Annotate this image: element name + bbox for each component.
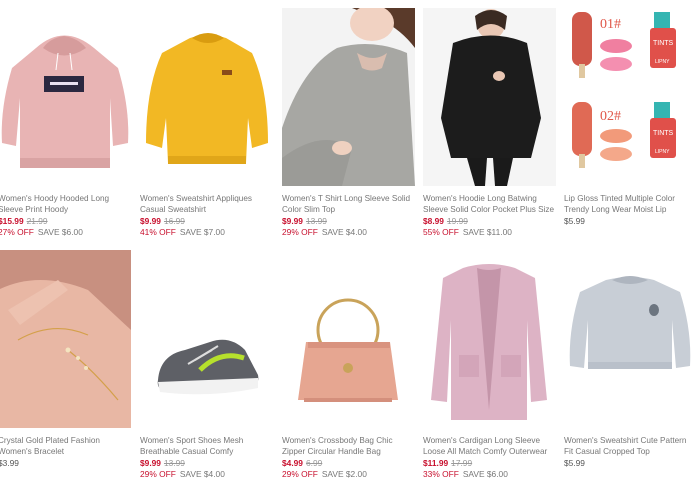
- black-hoodie-model-icon: [423, 8, 556, 186]
- product-title[interactable]: Women's Hoody Hooded Long Sleeve Print H…: [0, 193, 131, 215]
- discount-percent: 27% OFF: [0, 227, 34, 237]
- original-price: 6.99: [305, 458, 323, 468]
- lip-gloss-icon: 01# TINTS LIPNY 02# TINTS LIPNY: [564, 8, 697, 186]
- product-image[interactable]: [0, 250, 131, 428]
- svg-text:02#: 02#: [600, 109, 621, 124]
- product-price: $9.99: [282, 216, 303, 226]
- product-price: $11.99: [423, 458, 449, 468]
- product-price: $9.99: [140, 458, 161, 468]
- product-card[interactable]: Women's Hoodie Long Batwing Sleeve Solid…: [423, 8, 556, 238]
- product-image[interactable]: [0, 8, 131, 186]
- product-price: $5.99: [564, 216, 585, 226]
- product-title[interactable]: Women's Sweatshirt Cute Pattern Fit Casu…: [564, 435, 697, 457]
- save-amount: SAVE $6.00: [37, 227, 83, 237]
- svg-text:LIPNY: LIPNY: [655, 59, 670, 65]
- product-price: $4.99: [282, 458, 303, 468]
- save-amount: SAVE $7.00: [179, 227, 225, 237]
- save-amount: SAVE $6.00: [462, 469, 508, 479]
- product-image[interactable]: [282, 8, 415, 186]
- svg-text:LIPNY: LIPNY: [655, 149, 670, 155]
- save-amount: SAVE $11.00: [462, 227, 512, 237]
- svg-text:TINTS: TINTS: [653, 40, 674, 47]
- discount-percent: 29% OFF: [140, 469, 176, 479]
- product-price: $5.99: [564, 458, 585, 468]
- product-title[interactable]: Women's Crossbody Bag Chic Zipper Circul…: [282, 435, 415, 457]
- product-title[interactable]: Women's Hoodie Long Batwing Sleeve Solid…: [423, 193, 556, 215]
- original-price: 16.99: [163, 216, 185, 226]
- product-title[interactable]: Women's Sweatshirt Appliques Casual Swea…: [140, 193, 273, 215]
- pink-hoodie-icon: [1, 35, 129, 168]
- grey-cropped-sweatshirt-icon: [569, 276, 691, 369]
- product-card[interactable]: Women's Sport Shoes Mesh Breathable Casu…: [140, 250, 273, 480]
- discount-percent: 33% OFF: [423, 469, 459, 479]
- product-image[interactable]: [564, 250, 697, 428]
- hand-bracelet-icon: [0, 250, 131, 428]
- product-image[interactable]: [140, 8, 273, 186]
- product-card[interactable]: 01# TINTS LIPNY 02# TINTS LIPNY Lip Glos…: [564, 8, 697, 227]
- product-card[interactable]: Women's T Shirt Long Sleeve Solid Color …: [282, 8, 415, 238]
- grey-shirt-model-icon: [282, 8, 415, 186]
- original-price: 21.99: [26, 216, 48, 226]
- product-image[interactable]: [423, 8, 556, 186]
- svg-text:01#: 01#: [600, 17, 621, 32]
- discount-percent: 29% OFF: [282, 469, 318, 479]
- product-price: $3.99: [0, 458, 19, 468]
- discount-percent: 29% OFF: [282, 227, 318, 237]
- save-amount: SAVE $4.00: [179, 469, 225, 479]
- discount-percent: 41% OFF: [140, 227, 176, 237]
- product-card[interactable]: Women's Sweatshirt Appliques Casual Swea…: [140, 8, 273, 238]
- product-title[interactable]: Women's T Shirt Long Sleeve Solid Color …: [282, 193, 415, 215]
- product-card[interactable]: Women's Hoody Hooded Long Sleeve Print H…: [0, 8, 131, 238]
- save-amount: SAVE $2.00: [321, 469, 367, 479]
- product-title[interactable]: Lip Gloss Tinted Multiple Color Trendy L…: [564, 193, 697, 215]
- product-title[interactable]: Crystal Gold Plated Fashion Women's Brac…: [0, 435, 131, 457]
- original-price: 19.99: [446, 216, 468, 226]
- original-price: 13.99: [305, 216, 327, 226]
- product-image[interactable]: [423, 250, 556, 428]
- product-card[interactable]: Women's Cardigan Long Sleeve Loose All M…: [423, 250, 556, 480]
- product-card[interactable]: Women's Crossbody Bag Chic Zipper Circul…: [282, 250, 415, 480]
- product-title[interactable]: Women's Cardigan Long Sleeve Loose All M…: [423, 435, 556, 457]
- product-image[interactable]: [282, 250, 415, 428]
- product-card[interactable]: Women's Sweatshirt Cute Pattern Fit Casu…: [564, 250, 697, 469]
- pink-cardigan-icon: [431, 264, 547, 420]
- product-card[interactable]: Crystal Gold Plated Fashion Women's Brac…: [0, 250, 131, 469]
- product-price: $15.99: [0, 216, 24, 226]
- original-price: 13.99: [163, 458, 185, 468]
- save-amount: SAVE $4.00: [321, 227, 367, 237]
- product-image[interactable]: [140, 250, 273, 428]
- product-image[interactable]: 01# TINTS LIPNY 02# TINTS LIPNY: [564, 8, 697, 186]
- product-title[interactable]: Women's Sport Shoes Mesh Breathable Casu…: [140, 435, 273, 457]
- discount-percent: 55% OFF: [423, 227, 459, 237]
- original-price: 17.99: [451, 458, 473, 468]
- svg-text:TINTS: TINTS: [653, 130, 674, 137]
- product-price: $9.99: [140, 216, 161, 226]
- sport-shoe-icon: [157, 339, 259, 395]
- pink-handbag-icon: [298, 298, 398, 402]
- product-price: $8.99: [423, 216, 444, 226]
- yellow-sweatshirt-icon: [146, 33, 268, 164]
